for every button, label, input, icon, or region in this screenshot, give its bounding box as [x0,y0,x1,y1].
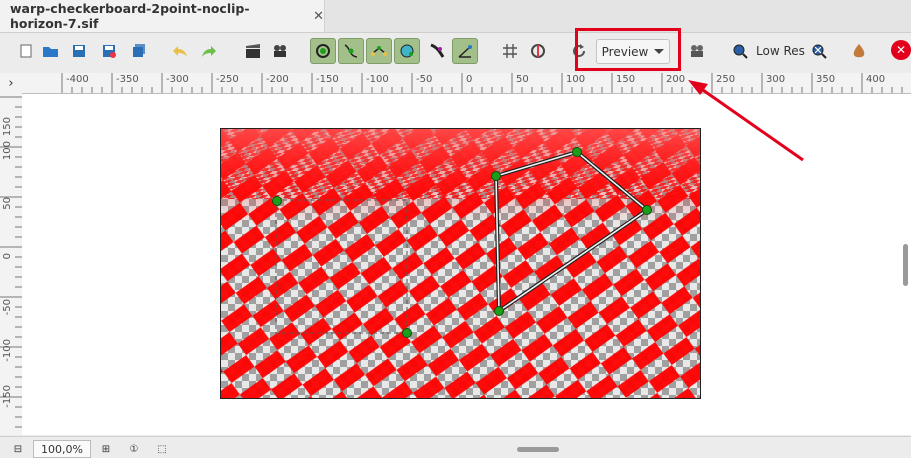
ruler-label: 350 [816,74,836,85]
zoom-in-icon[interactable]: ⊞ [100,443,112,455]
canvas-render[interactable] [220,128,701,399]
preview-dropdown-label: Preview [601,44,649,59]
show-position-handles-icon[interactable] [310,38,336,64]
zoom-100-icon[interactable]: ① [128,443,140,455]
show-tangent-handles-icon[interactable] [366,38,392,64]
onion-skin-snap-icon[interactable] [525,38,551,64]
ruler-label: -150 [2,385,13,408]
ruler-label: -50 [416,74,433,85]
horizontal-ruler: -400 -350 -300 -250 -200 -150 -100 -50 0… [22,73,911,94]
ruler-label: -300 [166,74,189,85]
zoom-out-icon[interactable]: ⊟ [12,443,24,455]
ruler-label: -150 [316,74,339,85]
save-icon[interactable] [66,38,92,64]
ruler-label: 250 [716,74,736,85]
show-vertex-handles-icon[interactable] [338,38,364,64]
show-angle-handles-icon[interactable] [452,38,478,64]
vertical-scrollbar[interactable] [903,244,908,286]
vertical-ruler: 150 100 50 0 -50 -100 -150 [0,93,23,435]
status-bar: ⊟ 100,0% ⊞ ① ⬚ [0,436,911,458]
ruler-label: -50 [2,299,13,316]
render-preview-camera-icon[interactable] [685,38,711,64]
ruler-label: 200 [666,74,686,85]
zoom-field[interactable]: 100,0% [33,440,91,458]
ruler-label: 50 [516,74,529,85]
preview-dropdown[interactable]: Preview [596,39,670,64]
onion-icon[interactable] [846,38,872,64]
redo-icon[interactable] [196,38,222,64]
zoom-out-resolution-icon[interactable] [727,38,753,64]
warped-checkerboard [221,129,700,398]
new-file-icon[interactable] [13,38,39,64]
render-clapper-icon[interactable] [240,38,266,64]
document-tab-title: warp-checkerboard-2point-noclip-horizon-… [10,1,250,31]
ruler-label: -400 [66,74,89,85]
ruler-label: 400 [866,74,886,85]
ruler-label: 50 [2,197,13,210]
ruler-label: 150 [616,74,636,85]
zoom-in-resolution-icon[interactable] [806,38,832,64]
show-width-handles-icon[interactable] [424,38,450,64]
document-tab[interactable]: warp-checkerboard-2point-noclip-horizon-… [0,0,325,32]
save-as-icon[interactable] [96,38,122,64]
ruler-label: 100 [2,141,13,161]
undo-icon[interactable] [167,38,193,64]
ruler-label: 0 [2,253,13,260]
open-file-icon[interactable] [38,38,64,64]
grid-icon[interactable] [497,38,523,64]
show-radius-handles-icon[interactable] [394,38,420,64]
zoom-fit-icon[interactable]: ⬚ [156,443,168,455]
horizontal-scrollbar[interactable] [517,447,559,452]
close-icon[interactable]: ✕ [891,40,911,60]
ruler-label: -200 [266,74,289,85]
ruler-label: 0 [466,74,473,85]
ruler-label: -350 [116,74,139,85]
ruler-label: 100 [566,74,586,85]
ruler-label: -100 [2,339,13,362]
low-res-label[interactable]: Low Res [756,44,805,58]
chevron-down-icon [654,49,665,54]
ruler-label: 300 [766,74,786,85]
close-tab-icon[interactable]: ✕ [313,9,324,24]
main-toolbar: Preview Low Res [0,33,911,71]
ruler-label: -250 [216,74,239,85]
save-all-icon[interactable] [126,38,152,64]
ruler-toggle-icon[interactable]: › [0,73,23,94]
ruler-label: -100 [366,74,389,85]
refresh-icon[interactable] [566,38,592,64]
preview-camera-icon[interactable] [268,38,294,64]
tab-bar: warp-checkerboard-2point-noclip-horizon-… [0,0,911,33]
ruler-label: 150 [2,117,13,137]
